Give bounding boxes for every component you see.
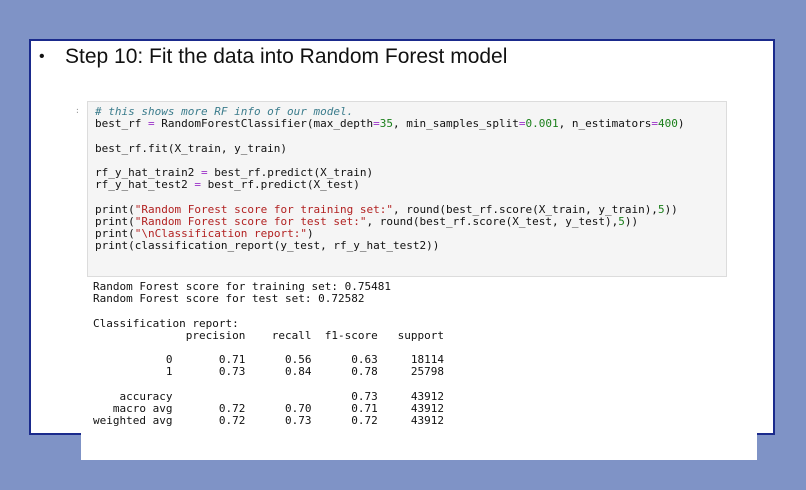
bullet-icon: • — [39, 48, 45, 65]
code-line: print("Random Forest score for test set:… — [95, 214, 639, 228]
output-line: Classification report: — [93, 316, 239, 330]
slide-title: Step 10: Fit the data into Random Forest… — [65, 45, 508, 68]
output-line: weighted avg 0.72 0.73 0.72 43912 — [93, 414, 444, 428]
output-block: Random Forest score for training set: 0.… — [93, 280, 444, 428]
output-line: precision recall f1-score support — [185, 328, 444, 342]
code-line: rf_y_hat_train2 = best_rf.predict(X_trai… — [95, 166, 374, 180]
cell-prompt: : — [75, 106, 80, 115]
code-line: rf_y_hat_test2 = best_rf.predict(X_test) — [95, 178, 360, 192]
output-line: Random Forest score for training set: 0.… — [93, 280, 392, 293]
code-line: best_rf.fit(X_train, y_train) — [95, 141, 288, 155]
code-cell[interactable]: # this shows more RF info of our model. … — [87, 101, 727, 277]
slide-background: { "slide": { "bullet": "•", "title": "St… — [0, 0, 806, 490]
output-line: macro avg 0.72 0.70 0.71 43912 — [112, 402, 444, 416]
slide-bullet-item: • Step 10: Fit the data into Random Fore… — [39, 45, 507, 69]
output-line: 1 0.73 0.84 0.78 25798 — [165, 365, 444, 379]
notebook-screenshot: : # this shows more RF info of our model… — [75, 98, 757, 460]
code-line: print("Random Forest score for training … — [95, 202, 678, 216]
code-line: print(classification_report(y_test, rf_y… — [95, 239, 440, 253]
output-line: 0 0.71 0.56 0.63 18114 — [165, 353, 444, 367]
output-line: accuracy 0.73 43912 — [119, 389, 444, 403]
output-line: Random Forest score for test set: 0.7258… — [93, 292, 365, 306]
code-line: best_rf = RandomForestClassifier(max_dep… — [95, 117, 685, 131]
code-block: # this shows more RF info of our model. … — [95, 105, 685, 253]
code-line: print("\nClassification report:") — [95, 227, 314, 241]
code-line: # this shows more RF info of our model. — [95, 105, 354, 118]
